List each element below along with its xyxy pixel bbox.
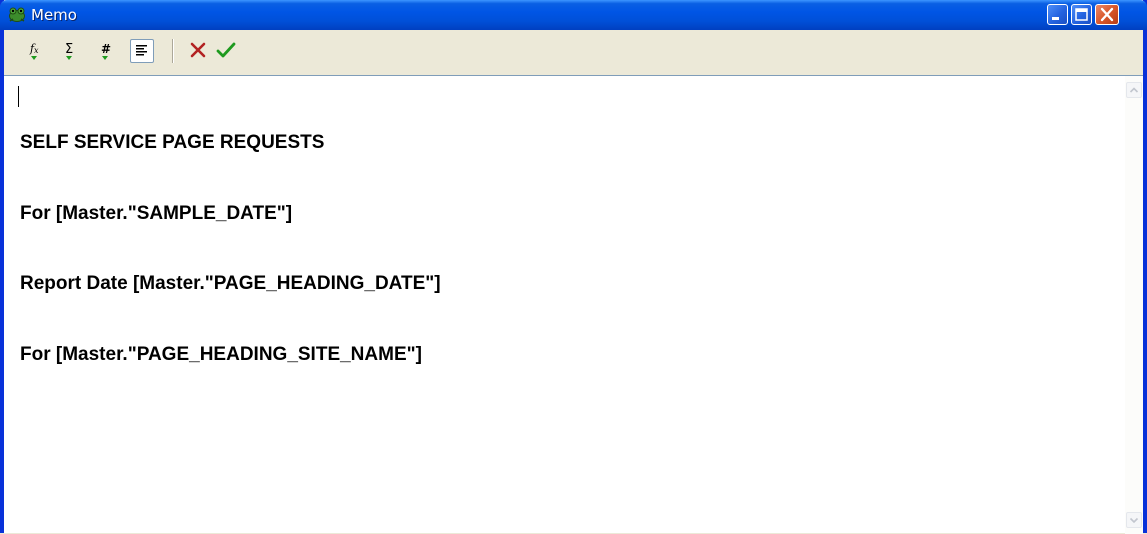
maximize-button[interactable] — [1071, 4, 1092, 25]
insert-function-button[interactable]: f x — [24, 39, 48, 63]
check-icon — [216, 42, 236, 58]
text-caret — [18, 86, 19, 107]
cancel-button[interactable] — [187, 39, 211, 63]
memo-line: Report Date [Master."PAGE_HEADING_DATE"] — [20, 273, 441, 294]
memo-toolbar: f x Σ # — [4, 30, 1143, 75]
window-title: Memo — [31, 6, 77, 24]
minimize-icon — [1052, 17, 1059, 20]
word-wrap-button[interactable] — [130, 39, 154, 63]
scroll-up-button[interactable] — [1126, 82, 1142, 98]
close-icon — [1100, 7, 1114, 22]
memo-line: For [Master."PAGE_HEADING_SITE_NAME"] — [20, 343, 422, 365]
title-bar[interactable]: Memo — [0, 0, 1147, 30]
svg-text:#: # — [101, 42, 111, 56]
memo-line: For [Master."SAMPLE_DATE"] — [20, 202, 293, 224]
fx-icon: f x — [29, 42, 39, 60]
insert-aggregate-button[interactable]: Σ — [59, 39, 83, 63]
align-text-icon — [136, 45, 147, 56]
memo-editor[interactable]: SELF SERVICE PAGE REQUESTS For [Master."… — [4, 75, 1143, 534]
ok-button[interactable] — [214, 39, 238, 63]
scroll-down-button[interactable] — [1126, 512, 1142, 528]
svg-text:Σ: Σ — [65, 42, 73, 57]
chevron-up-icon — [1129, 87, 1139, 93]
sigma-icon: Σ — [65, 42, 73, 60]
toolbar-separator — [172, 39, 173, 63]
cross-icon — [190, 42, 206, 58]
hash-icon: # — [101, 42, 111, 60]
close-button[interactable] — [1095, 4, 1119, 25]
chevron-down-icon — [1129, 517, 1139, 524]
insert-format-button[interactable]: # — [95, 39, 119, 63]
frog-icon — [8, 6, 26, 23]
minimize-button[interactable] — [1047, 4, 1068, 25]
memo-line: SELF SERVICE PAGE REQUESTS — [20, 132, 325, 153]
memo-text[interactable]: SELF SERVICE PAGE REQUESTS For [Master."… — [20, 84, 441, 413]
vertical-scrollbar[interactable] — [1125, 76, 1143, 534]
maximize-icon — [1075, 8, 1088, 21]
svg-text:x: x — [34, 46, 39, 55]
memo-window: Memo f x Σ # SELF SERVICE PAGE REQUESTS … — [0, 0, 1147, 534]
